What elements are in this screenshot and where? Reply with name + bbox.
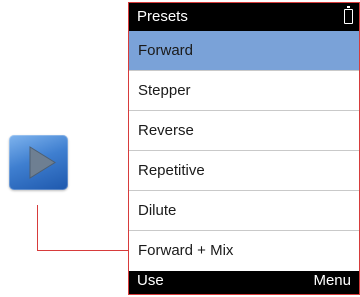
- softkey-bar: Use Menu: [129, 268, 359, 294]
- menu-item-forward-mix[interactable]: Forward + Mix: [129, 231, 359, 271]
- presets-menu: Forward Stepper Reverse Repetitive Dilut…: [129, 31, 359, 271]
- menu-item-dilute[interactable]: Dilute: [129, 191, 359, 231]
- status-bar: Presets: [129, 3, 359, 31]
- play-button[interactable]: [9, 135, 68, 190]
- battery-icon: [344, 6, 353, 24]
- device-screen: Presets Forward Stepper Reverse Repetiti…: [128, 2, 360, 295]
- menu-item-reverse[interactable]: Reverse: [129, 111, 359, 151]
- play-icon: [29, 146, 56, 179]
- callout-line: [37, 205, 130, 251]
- use-softkey[interactable]: Use: [137, 272, 164, 289]
- screen-title: Presets: [137, 8, 188, 25]
- menu-softkey[interactable]: Menu: [313, 272, 351, 289]
- menu-item-repetitive[interactable]: Repetitive: [129, 151, 359, 191]
- menu-item-stepper[interactable]: Stepper: [129, 71, 359, 111]
- menu-item-forward[interactable]: Forward: [129, 31, 359, 71]
